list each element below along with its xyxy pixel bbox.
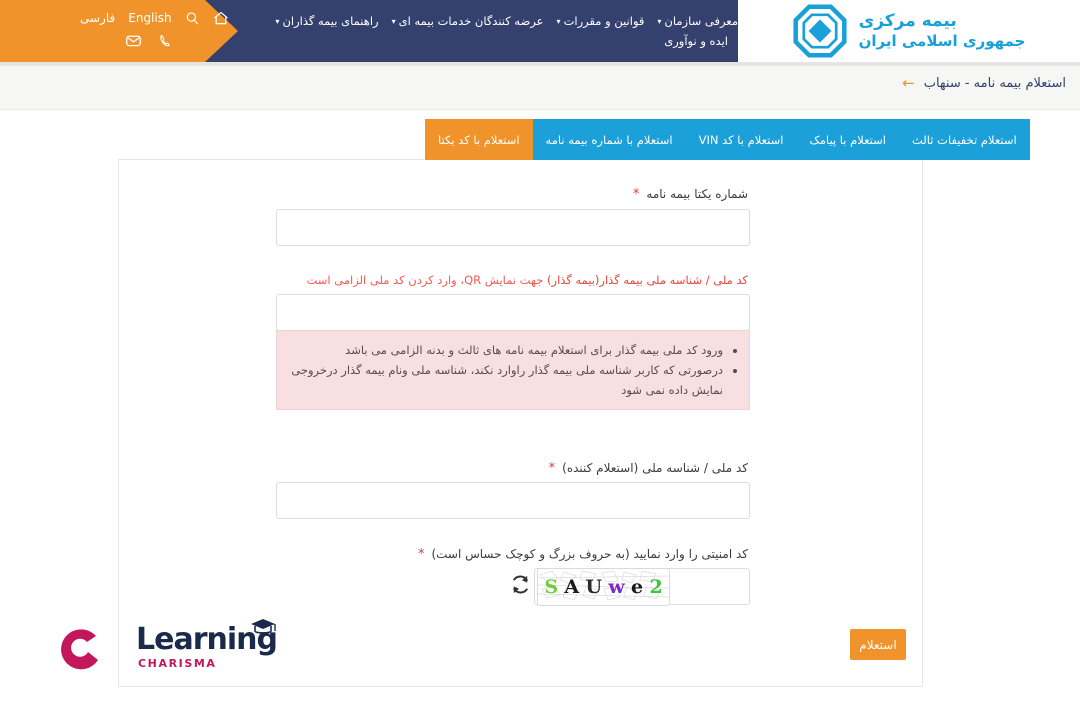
tab-unique-code[interactable]: استعلام با کد یکتا — [425, 119, 533, 160]
utility-row-top: English فارسی — [80, 10, 229, 26]
info-box-bullet-0: ورود کد ملی بیمه گذار برای استعلام بیمه … — [287, 340, 723, 360]
nav-item-4-label: ایده و نوآوری — [664, 34, 728, 48]
c-arc-icon — [61, 629, 98, 670]
breadcrumb-title: استعلام بیمه نامه - سنهاب — [923, 76, 1066, 91]
tab-3-label: استعلام با شماره بیمه نامه — [545, 132, 673, 147]
arrow-left-icon[interactable]: ← — [902, 76, 915, 91]
required-asterisk: * — [548, 460, 556, 476]
captcha-image[interactable]: 2 e w U A S — [537, 568, 670, 606]
nav-item-0-label: معرفی سازمان — [664, 14, 738, 28]
tab-sms-inquiry[interactable]: استعلام با پیامک — [796, 119, 898, 160]
unique-number-label: شماره یکتا بیمه نامه * — [633, 187, 748, 201]
tab-vin-code[interactable]: استعلام با کد VIN — [686, 119, 797, 160]
captcha-char-2: w — [608, 576, 625, 598]
captcha-characters: 2 e w U A S — [538, 569, 669, 605]
nav-item-0[interactable]: معرفی سازمان ▾ — [657, 14, 738, 28]
refresh-icon[interactable] — [509, 574, 531, 596]
required-asterisk: * — [417, 546, 425, 562]
main-navigation: معرفی سازمان ▾ قوانین و مقررات ▾ عرضه کن… — [275, 0, 738, 62]
octagon-diamond-logo-icon — [793, 4, 847, 58]
nav-item-2-label: عرضه کنندگان خدمات بیمه ای — [398, 14, 544, 28]
breadcrumb: استعلام بیمه نامه - سنهاب ← — [902, 76, 1066, 92]
tab-third-party-discount[interactable]: استعلام تخفیفات ثالث — [899, 119, 1030, 160]
captcha-label: کد امنیتی را وارد نمایید (به حروف بزرگ و… — [418, 547, 748, 561]
captcha-char-3: U — [585, 576, 603, 598]
info-box-bullet-1: درصورتی که کاربر شناسه ملی بیمه گذار راو… — [287, 360, 723, 400]
logo-line-2: جمهوری اسلامی ایران — [858, 32, 1026, 51]
inquiry-form: شماره یکتا بیمه نامه * کد ملی / شناسه مل… — [118, 159, 923, 687]
charisma-word: CHARISMA — [138, 657, 217, 670]
learning-charisma-logo: Learning CHARISMA — [48, 619, 278, 676]
required-asterisk: * — [632, 186, 640, 202]
info-box: ورود کد ملی بیمه گذار برای استعلام بیمه … — [276, 330, 750, 411]
unique-number-input[interactable] — [276, 209, 750, 246]
chevron-down-icon: ▾ — [391, 17, 396, 26]
breadcrumb-bar: استعلام بیمه نامه - سنهاب ← — [0, 62, 1080, 110]
logo-line-1: بیمه مرکزی — [858, 11, 958, 31]
site-header: بیمه مرکزی جمهوری اسلامی ایران معرفی ساز… — [0, 0, 1080, 62]
national-id-insurer-label-part1: کد ملی / شناسه ملی بیمه گذار(بیمه گذار) — [543, 273, 748, 287]
nav-item-2[interactable]: عرضه کنندگان خدمات بیمه ای ▾ — [392, 14, 544, 28]
chevron-down-icon: ▾ — [556, 17, 561, 26]
nav-item-4[interactable]: ایده و نوآوری — [664, 34, 728, 48]
nav-row-secondary: ایده و نوآوری — [664, 34, 738, 48]
graduation-cap-icon — [251, 619, 276, 634]
nav-item-1[interactable]: قوانین و مقررات ▾ — [557, 14, 645, 28]
national-id-requester-label: کد ملی / شناسه ملی (استعلام کننده) * — [549, 461, 748, 475]
info-box-list: ورود کد ملی بیمه گذار برای استعلام بیمه … — [287, 340, 739, 400]
national-id-insurer-label-part2: جهت نمایش QR، وارد کردن کد ملی الزامی اس… — [306, 273, 544, 287]
national-id-insurer-input[interactable] — [276, 294, 750, 331]
home-icon[interactable] — [213, 10, 229, 26]
language-english[interactable]: English — [128, 11, 171, 25]
language-farsi[interactable]: فارسی — [80, 11, 115, 25]
nav-item-3[interactable]: راهنمای بیمه گذاران ▾ — [275, 14, 378, 28]
unique-number-label-text: شماره یکتا بیمه نامه — [646, 187, 748, 201]
chevron-down-icon: ▾ — [275, 17, 280, 26]
search-icon[interactable] — [185, 11, 200, 26]
tab-1-label: استعلام با پیامک — [809, 132, 886, 147]
nav-item-1-label: قوانین و مقررات — [563, 14, 645, 28]
captcha-char-5: S — [544, 576, 559, 598]
captcha-char-4: A — [564, 576, 580, 598]
captcha-char-0: 2 — [649, 576, 663, 598]
nav-row-primary: معرفی سازمان ▾ قوانین و مقررات ▾ عرضه کن… — [275, 14, 738, 28]
utility-row-bottom — [125, 32, 174, 49]
tab-4-label: استعلام با کد یکتا — [438, 132, 520, 147]
tab-2-label: استعلام با کد VIN — [698, 132, 784, 147]
national-id-requester-label-text: کد ملی / شناسه ملی (استعلام کننده) — [562, 461, 748, 475]
captcha-char-1: e — [631, 576, 644, 598]
envelope-icon[interactable] — [125, 32, 142, 49]
national-id-insurer-label: کد ملی / شناسه ملی بیمه گذار(بیمه گذار) … — [306, 273, 748, 287]
site-logo[interactable]: بیمه مرکزی جمهوری اسلامی ایران — [738, 0, 1080, 62]
tab-policy-number[interactable]: استعلام با شماره بیمه نامه — [533, 119, 686, 160]
national-id-requester-input[interactable] — [276, 482, 750, 519]
phone-icon[interactable] — [158, 33, 174, 49]
submit-button[interactable]: استعلام — [850, 629, 906, 660]
page-root: بیمه مرکزی جمهوری اسلامی ایران معرفی ساز… — [0, 0, 1080, 720]
tab-0-label: استعلام تخفیفات ثالث — [911, 132, 1017, 147]
nav-item-3-label: راهنمای بیمه گذاران — [282, 14, 379, 28]
captcha-label-text: کد امنیتی را وارد نمایید (به حروف بزرگ و… — [431, 547, 748, 561]
chevron-down-icon: ▾ — [657, 17, 662, 26]
logo-text: بیمه مرکزی جمهوری اسلامی ایران — [859, 11, 1026, 51]
inquiry-tabs: استعلام تخفیفات ثالث استعلام با پیامک اس… — [425, 119, 1030, 160]
